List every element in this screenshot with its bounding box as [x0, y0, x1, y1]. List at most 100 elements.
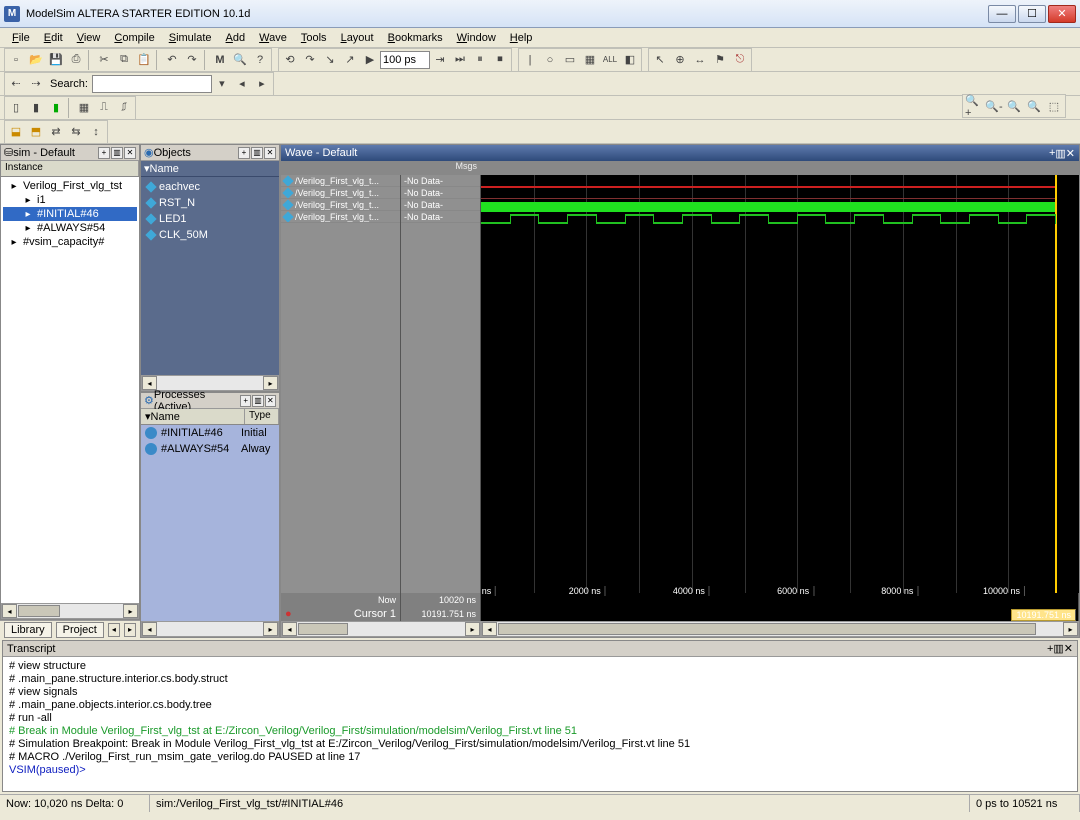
menu-simulate[interactable]: Simulate — [163, 30, 218, 46]
processes-list[interactable]: #INITIAL#46Initial#ALWAYS#54Alway — [141, 425, 279, 621]
menu-help[interactable]: Help — [504, 30, 539, 46]
minimize-button[interactable]: — — [988, 5, 1016, 23]
search-next-icon[interactable]: ▸ — [252, 74, 272, 94]
mode2-icon[interactable]: ○ — [540, 50, 560, 70]
panel-dock-icon[interactable]: + — [240, 395, 251, 407]
panel-max-icon[interactable]: ▥ — [1055, 147, 1065, 160]
menu-bookmarks[interactable]: Bookmarks — [382, 30, 449, 46]
stop-icon[interactable]: ⏹ — [490, 50, 510, 70]
menu-view[interactable]: View — [71, 30, 107, 46]
zoom-cursor-icon[interactable]: 🔍 — [1024, 96, 1044, 116]
paste-icon[interactable]: 📋 — [134, 50, 154, 70]
restart-icon[interactable]: ⟲ — [280, 50, 300, 70]
step-into-icon[interactable]: ↘ — [320, 50, 340, 70]
panel-max-icon[interactable]: ▥ — [111, 147, 123, 159]
pointer-icon[interactable]: ↖ — [650, 50, 670, 70]
find-icon[interactable]: 🔍 — [230, 50, 250, 70]
panel-dock-icon[interactable]: + — [238, 147, 250, 159]
menu-tools[interactable]: Tools — [295, 30, 333, 46]
sim-tree-item[interactable]: ▸#ALWAYS#54 — [3, 221, 137, 235]
wfmt2-icon[interactable]: ▮ — [26, 98, 46, 118]
copy-icon[interactable]: ⧉ — [114, 50, 134, 70]
save-icon[interactable]: 💾 — [46, 50, 66, 70]
panel-close-icon[interactable]: ✕ — [1066, 147, 1075, 160]
sim-tree-item[interactable]: ▸#vsim_capacity# — [3, 235, 137, 249]
tab-project[interactable]: Project — [56, 622, 104, 638]
wfmt6-icon[interactable]: ⎎ — [114, 98, 134, 118]
wfmt1-icon[interactable]: ▯ — [6, 98, 26, 118]
mode6-icon[interactable]: ◧ — [620, 50, 640, 70]
wave-signal-name[interactable]: /Verilog_First_vlg_t... — [281, 199, 400, 211]
panel-close-icon[interactable]: ✕ — [265, 395, 276, 407]
zoom-in-icon[interactable]: 🔍+ — [964, 96, 984, 116]
run-icon[interactable]: ▶ — [360, 50, 380, 70]
exit-icon[interactable]: ⎋ — [730, 50, 750, 70]
search-input[interactable] — [92, 75, 212, 93]
redo-icon[interactable]: ↷ — [182, 50, 202, 70]
sim-tree-item[interactable]: ▸Verilog_First_vlg_tst — [3, 179, 137, 193]
panel-max-icon[interactable]: ▥ — [251, 147, 263, 159]
undo-icon[interactable]: ↶ — [162, 50, 182, 70]
zoom-out-icon[interactable]: 🔍- — [984, 96, 1004, 116]
wave-signal-name[interactable]: /Verilog_First_vlg_t... — [281, 211, 400, 223]
nav1-icon[interactable]: ⇠ — [6, 74, 26, 94]
processes-hscroll[interactable]: ◂▸ — [141, 621, 279, 637]
nav2-icon[interactable]: ⇢ — [26, 74, 46, 94]
wave-names-hscroll[interactable]: ◂▸ — [281, 621, 481, 637]
search-dropdown-icon[interactable]: ▾ — [212, 74, 232, 94]
measure-icon[interactable]: ↔ — [690, 50, 710, 70]
process-item[interactable]: #INITIAL#46Initial — [141, 425, 279, 441]
help-icon[interactable]: ? — [250, 50, 270, 70]
wave-signal-names[interactable]: /Verilog_First_vlg_t.../Verilog_First_vl… — [281, 175, 401, 593]
menu-layout[interactable]: Layout — [335, 30, 380, 46]
wave-plot[interactable] — [481, 175, 1079, 593]
menu-file[interactable]: File — [6, 30, 36, 46]
run-time-input[interactable] — [380, 51, 430, 69]
zoom-full-icon[interactable]: 🔍 — [1004, 96, 1024, 116]
ex5-icon[interactable]: ↕ — [86, 122, 106, 142]
wave-cursor-line[interactable] — [1055, 175, 1057, 593]
objects-list[interactable]: eachvecRST_NLED1CLK_50M — [141, 177, 279, 375]
object-item[interactable]: RST_N — [143, 195, 277, 211]
sim-tree[interactable]: ▸Verilog_First_vlg_tst▸i1▸#INITIAL#46▸#A… — [1, 177, 139, 603]
menu-compile[interactable]: Compile — [108, 30, 160, 46]
ex1-icon[interactable]: ⬓ — [6, 122, 26, 142]
step-out-icon[interactable]: ↗ — [340, 50, 360, 70]
menu-edit[interactable]: Edit — [38, 30, 69, 46]
print-icon[interactable]: ⎙ — [66, 50, 86, 70]
sim-hscroll[interactable]: ◂▸ — [1, 603, 139, 619]
panel-max-icon[interactable]: ▥ — [1053, 642, 1063, 655]
objects-hscroll[interactable]: ◂▸ — [141, 375, 279, 391]
new-icon[interactable]: ▫ — [6, 50, 26, 70]
object-item[interactable]: CLK_50M — [143, 227, 277, 243]
tab-scroll-right-icon[interactable]: ▸ — [124, 623, 136, 637]
search-prev-icon[interactable]: ◂ — [232, 74, 252, 94]
object-item[interactable]: LED1 — [143, 211, 277, 227]
tab-scroll-left-icon[interactable]: ◂ — [108, 623, 120, 637]
wfmt5-icon[interactable]: ⎍ — [94, 98, 114, 118]
wave-signal-name[interactable]: /Verilog_First_vlg_t... — [281, 187, 400, 199]
panel-close-icon[interactable]: ✕ — [1064, 642, 1073, 655]
panel-close-icon[interactable]: ✕ — [124, 147, 136, 159]
zoom-range-icon[interactable]: ⬚ — [1044, 96, 1064, 116]
tab-library[interactable]: Library — [4, 622, 52, 638]
mode1-icon[interactable]: | — [520, 50, 540, 70]
panel-dock-icon[interactable]: + — [98, 147, 110, 159]
wave-signal-name[interactable]: /Verilog_First_vlg_t... — [281, 175, 400, 187]
mem-icon[interactable]: M — [210, 50, 230, 70]
run-step-icon[interactable]: ⇥ — [430, 50, 450, 70]
transcript-body[interactable]: # view structure# .main_pane.structure.i… — [3, 657, 1077, 791]
break-icon[interactable]: ⏸ — [470, 50, 490, 70]
panel-max-icon[interactable]: ▥ — [252, 395, 263, 407]
object-item[interactable]: eachvec — [143, 179, 277, 195]
close-button[interactable]: ✕ — [1048, 5, 1076, 23]
menu-wave[interactable]: Wave — [253, 30, 293, 46]
open-icon[interactable]: 📂 — [26, 50, 46, 70]
ex4-icon[interactable]: ⇆ — [66, 122, 86, 142]
wave-plot-hscroll[interactable]: ◂▸ — [481, 621, 1079, 637]
maximize-button[interactable]: ☐ — [1018, 5, 1046, 23]
ex3-icon[interactable]: ⇄ — [46, 122, 66, 142]
mode5-icon[interactable]: ALL — [600, 50, 620, 70]
cut-icon[interactable]: ✂ — [94, 50, 114, 70]
menu-window[interactable]: Window — [451, 30, 502, 46]
